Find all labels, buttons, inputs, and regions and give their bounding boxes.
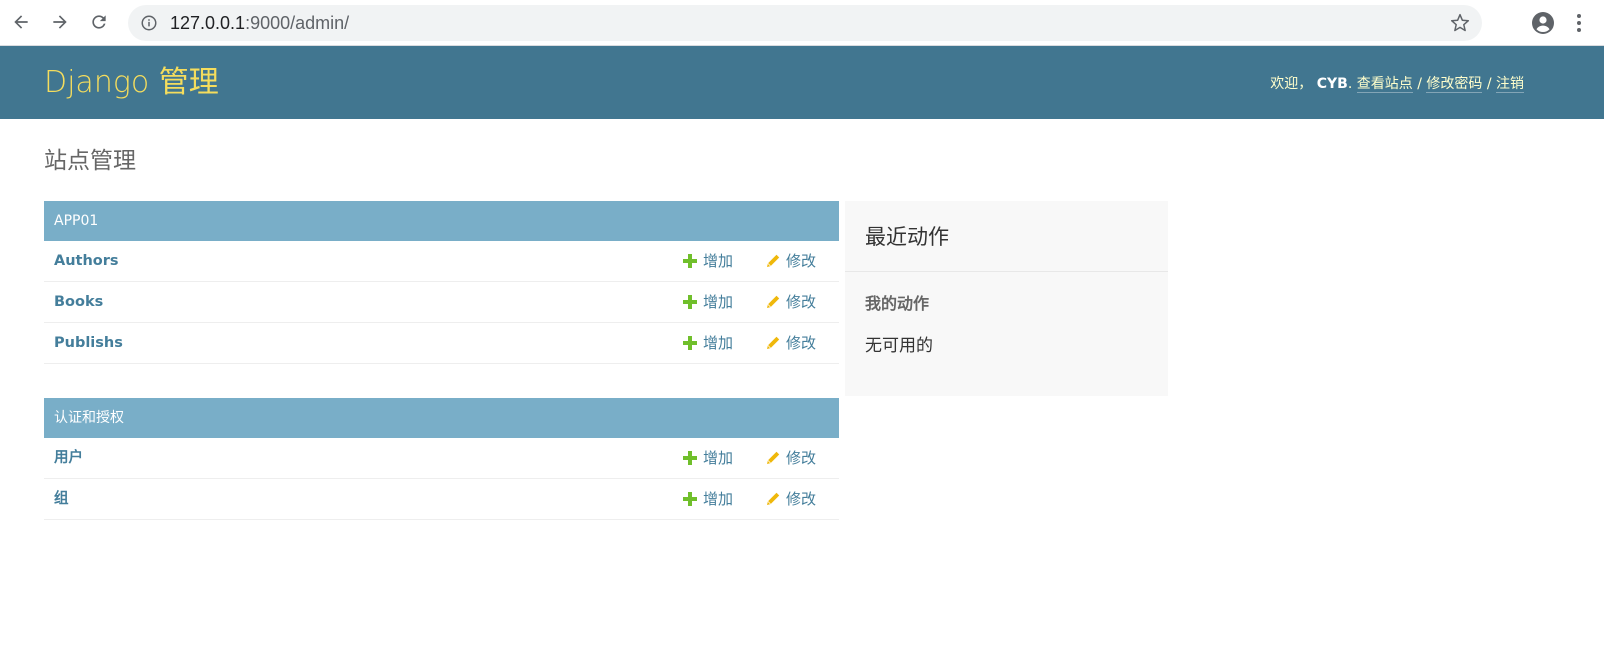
model-link-books[interactable]: Books <box>54 282 103 322</box>
add-link[interactable]: 增加 <box>683 282 733 322</box>
add-label: 增加 <box>703 334 734 352</box>
url-path: :9000/admin/ <box>245 13 350 33</box>
change-link[interactable]: 修改 <box>766 282 816 322</box>
kebab-menu-icon[interactable] <box>1574 11 1584 35</box>
change-link[interactable]: 修改 <box>766 241 816 281</box>
add-label: 增加 <box>703 252 734 270</box>
url-host: 127.0.0.1 <box>170 13 246 33</box>
change-label: 修改 <box>786 490 817 508</box>
module-caption[interactable]: 认证和授权 <box>44 398 839 438</box>
model-link-groups[interactable]: 组 <box>54 479 69 519</box>
change-label: 修改 <box>786 293 817 311</box>
url-text[interactable]: 127.0.0.1:9000/admin/ <box>170 14 349 32</box>
pencil-icon <box>767 295 780 308</box>
module-app01: APP01 Authors 增加 修改 Books 增加 修改 Publishs… <box>44 201 839 364</box>
model-link-publishs[interactable]: Publishs <box>54 323 123 363</box>
change-link[interactable]: 修改 <box>766 323 816 363</box>
add-label: 增加 <box>703 449 734 467</box>
separator: / <box>1412 76 1427 92</box>
module-auth: 认证和授权 用户 增加 修改 组 增加 修改 <box>44 398 839 520</box>
info-icon[interactable] <box>140 14 158 32</box>
plus-icon <box>683 336 697 350</box>
address-bar[interactable]: 127.0.0.1:9000/admin/ <box>128 5 1482 41</box>
user-tools: 欢迎， CYB. 查看站点 / 修改密码 / 注销 <box>1270 76 1524 93</box>
change-link[interactable]: 修改 <box>766 438 816 478</box>
pencil-icon <box>767 492 780 505</box>
forward-arrow-icon[interactable] <box>48 10 72 34</box>
logout-link[interactable]: 注销 <box>1496 76 1524 93</box>
model-link-users[interactable]: 用户 <box>54 438 83 478</box>
profile-avatar-icon[interactable] <box>1531 11 1555 35</box>
change-password-link[interactable]: 修改密码 <box>1426 76 1483 93</box>
reload-icon[interactable] <box>87 10 111 34</box>
pencil-icon <box>767 336 780 349</box>
table-row: 用户 增加 修改 <box>44 438 839 479</box>
site-branding[interactable]: Django 管理 <box>44 68 219 98</box>
pencil-icon <box>767 451 780 464</box>
module-caption[interactable]: APP01 <box>44 201 839 241</box>
recent-actions-panel: 最近动作 我的动作 无可用的 <box>845 201 1168 396</box>
pencil-icon <box>767 254 780 267</box>
change-label: 修改 <box>786 252 817 270</box>
model-link-authors[interactable]: Authors <box>54 241 119 281</box>
add-link[interactable]: 增加 <box>683 323 733 363</box>
view-site-link[interactable]: 查看站点 <box>1356 76 1413 93</box>
add-label: 增加 <box>703 293 734 311</box>
plus-icon <box>683 451 697 465</box>
no-actions-text: 无可用的 <box>865 336 933 356</box>
divider <box>845 271 1168 272</box>
add-link[interactable]: 增加 <box>683 241 733 281</box>
page-title: 站点管理 <box>44 148 136 174</box>
table-row: Authors 增加 修改 <box>44 241 839 282</box>
username: CYB <box>1316 76 1348 92</box>
add-link[interactable]: 增加 <box>683 479 733 519</box>
username-separator: . <box>1347 76 1357 92</box>
recent-actions-title: 最近动作 <box>865 225 949 249</box>
plus-icon <box>683 492 697 506</box>
browser-toolbar: 127.0.0.1:9000/admin/ <box>0 0 1604 46</box>
plus-icon <box>683 295 697 309</box>
add-label: 增加 <box>703 490 734 508</box>
site-header: Django 管理 欢迎， CYB. 查看站点 / 修改密码 / 注销 <box>0 46 1604 119</box>
welcome-text: 欢迎， <box>1270 76 1313 92</box>
my-actions-heading: 我的动作 <box>865 294 930 313</box>
separator: / <box>1482 76 1496 92</box>
bookmark-star-icon[interactable] <box>1450 13 1470 33</box>
table-row: Books 增加 修改 <box>44 282 839 323</box>
table-row: 组 增加 修改 <box>44 479 839 520</box>
plus-icon <box>683 254 697 268</box>
change-label: 修改 <box>786 334 817 352</box>
back-arrow-icon[interactable] <box>9 10 33 34</box>
table-row: Publishs 增加 修改 <box>44 323 839 364</box>
change-link[interactable]: 修改 <box>766 479 816 519</box>
change-label: 修改 <box>786 449 817 467</box>
add-link[interactable]: 增加 <box>683 438 733 478</box>
